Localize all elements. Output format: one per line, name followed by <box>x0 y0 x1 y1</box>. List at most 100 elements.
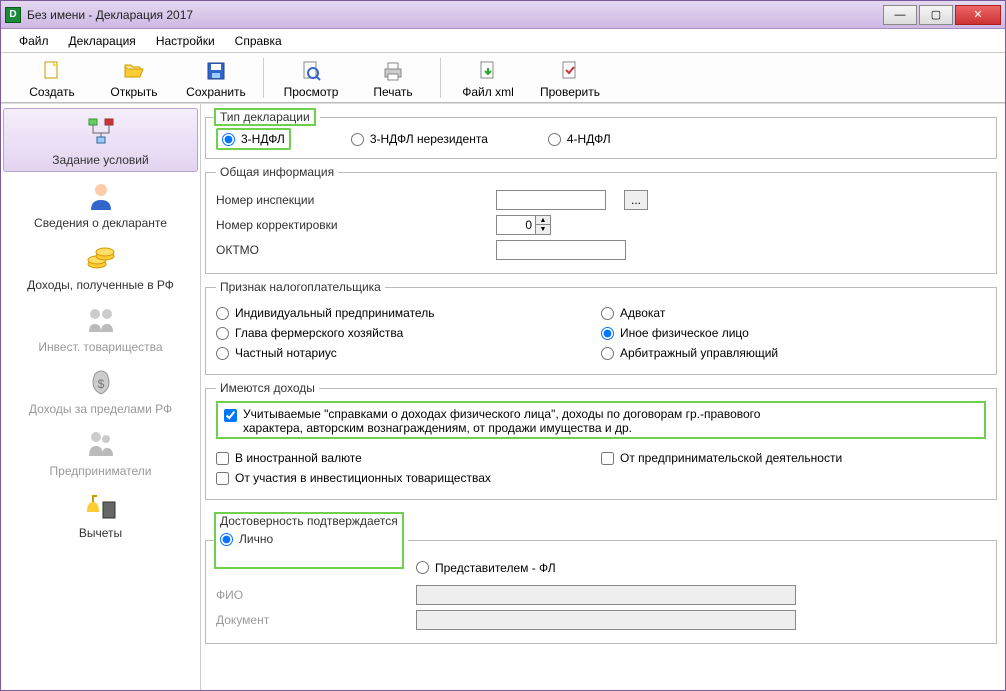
check-business-input[interactable] <box>601 452 614 465</box>
input-fio <box>416 585 796 605</box>
label-inspection: Номер инспекции <box>216 193 386 207</box>
radio-notary-input[interactable] <box>216 347 229 360</box>
sidebar-item-declarant[interactable]: Сведения о декларанте <box>3 172 198 234</box>
radio-label: Лично <box>239 532 273 546</box>
fieldset-decl-type: Тип декларации 3-НДФЛ 3-НДФЛ нерезидента… <box>205 108 997 159</box>
fieldset-trust: Достоверность подтверждается Лично Предс… <box>205 512 997 644</box>
preview-icon <box>299 59 323 83</box>
input-correction[interactable] <box>496 215 536 235</box>
radio-advocate[interactable]: Адвокат <box>601 306 986 320</box>
check-invest-income[interactable]: От участия в инвестиционных товарищества… <box>216 471 601 485</box>
tool-label: Сохранить <box>186 85 246 99</box>
tool-print[interactable]: Печать <box>352 57 434 99</box>
radio-farmer-input[interactable] <box>216 327 229 340</box>
tool-save[interactable]: Сохранить <box>175 57 257 99</box>
people-icon <box>83 426 119 462</box>
separator <box>440 58 441 98</box>
legend-taxpayer: Признак налогоплательщика <box>216 280 385 294</box>
sidebar-item-income-abroad[interactable]: $ Доходы за пределами РФ <box>3 358 198 420</box>
tool-open[interactable]: Открыть <box>93 57 175 99</box>
tool-check[interactable]: Проверить <box>529 57 611 99</box>
sidebar-item-invest[interactable]: Инвест. товарищества <box>3 296 198 358</box>
money-bag-icon: $ <box>83 364 119 400</box>
sidebar-item-income-rf[interactable]: Доходы, полученные в РФ <box>3 234 198 296</box>
tool-label: Открыть <box>110 85 157 99</box>
check-label: В иностранной валюте <box>235 451 362 465</box>
sidebar-item-conditions[interactable]: Задание условий <box>3 108 198 172</box>
fieldset-taxpayer: Признак налогоплательщика Индивидуальный… <box>205 280 997 375</box>
radio-self-input[interactable] <box>220 533 233 546</box>
radio-other-person-input[interactable] <box>601 327 614 340</box>
radio-notary[interactable]: Частный нотариус <box>216 346 601 360</box>
legend-general: Общая информация <box>216 165 338 179</box>
radio-ip[interactable]: Индивидуальный предприниматель <box>216 306 601 320</box>
menu-declaration[interactable]: Декларация <box>61 31 144 51</box>
check-label: Учитываемые "справками о доходах физичес… <box>243 407 783 435</box>
label-oktmo: ОКТМО <box>216 243 386 257</box>
input-inspection[interactable] <box>496 190 606 210</box>
check-foreign[interactable]: В иностранной валюте <box>216 451 601 465</box>
sidebar-item-entrepreneurs[interactable]: Предприниматели <box>3 420 198 482</box>
menu-file[interactable]: Файл <box>11 31 57 51</box>
check-spravki[interactable]: Учитываемые "справками о доходах физичес… <box>224 407 978 435</box>
separator <box>263 58 264 98</box>
radio-repr[interactable]: Представителем - ФЛ <box>416 561 556 575</box>
spin-down[interactable]: ▼ <box>536 225 550 234</box>
maximize-button[interactable]: ▢ <box>919 5 953 25</box>
input-oktmo[interactable] <box>496 240 626 260</box>
save-icon <box>204 59 228 83</box>
menu-settings[interactable]: Настройки <box>148 31 223 51</box>
check-foreign-input[interactable] <box>216 452 229 465</box>
radio-arbitr-input[interactable] <box>601 347 614 360</box>
radio-3ndfl-nonres-input[interactable] <box>351 133 364 146</box>
radio-4ndfl[interactable]: 4-НДФЛ <box>548 132 611 146</box>
radio-label: Представителем - ФЛ <box>435 561 556 575</box>
radio-advocate-input[interactable] <box>601 307 614 320</box>
radio-other-person[interactable]: Иное физическое лицо <box>601 326 986 340</box>
close-button[interactable]: ✕ <box>955 5 1001 25</box>
radio-3ndfl-input[interactable] <box>222 133 235 146</box>
menu-help[interactable]: Справка <box>227 31 290 51</box>
check-label: От предпринимательской деятельности <box>620 451 842 465</box>
inspection-lookup-button[interactable]: ... <box>624 190 648 210</box>
radio-4ndfl-input[interactable] <box>548 133 561 146</box>
radio-label: Глава фермерского хозяйства <box>235 326 403 340</box>
tool-preview[interactable]: Просмотр <box>270 57 352 99</box>
sidebar-label: Сведения о декларанте <box>34 216 167 230</box>
radio-label: 3-НДФЛ <box>241 132 285 146</box>
titlebar: D Без имени - Декларация 2017 — ▢ ✕ <box>1 1 1005 29</box>
radio-3ndfl-nonres[interactable]: 3-НДФЛ нерезидента <box>351 132 488 146</box>
app-window: D Без имени - Декларация 2017 — ▢ ✕ Файл… <box>0 0 1006 691</box>
folder-open-icon <box>122 59 146 83</box>
input-doc <box>416 610 796 630</box>
minimize-button[interactable]: — <box>883 5 917 25</box>
deductions-icon <box>83 488 119 524</box>
check-business[interactable]: От предпринимательской деятельности <box>601 451 986 465</box>
sidebar-item-deductions[interactable]: Вычеты <box>3 482 198 544</box>
radio-ip-input[interactable] <box>216 307 229 320</box>
sidebar-label: Предприниматели <box>50 464 152 478</box>
radio-3ndfl[interactable]: 3-НДФЛ <box>216 128 291 150</box>
sidebar-label: Доходы, полученные в РФ <box>27 278 174 292</box>
spinner-correction[interactable]: ▲▼ <box>496 215 551 235</box>
radio-repr-input[interactable] <box>416 561 429 574</box>
tool-create[interactable]: Создать <box>11 57 93 99</box>
radio-farmer[interactable]: Глава фермерского хозяйства <box>216 326 601 340</box>
svg-text:$: $ <box>97 377 104 391</box>
radio-label: Частный нотариус <box>235 346 337 360</box>
export-xml-icon <box>476 59 500 83</box>
highlight-income-spravki: Учитываемые "справками о доходах физичес… <box>216 401 986 439</box>
check-icon <box>558 59 582 83</box>
tool-label: Просмотр <box>284 85 339 99</box>
spin-up[interactable]: ▲ <box>536 216 550 225</box>
check-spravki-input[interactable] <box>224 409 237 422</box>
main-panel: Тип декларации 3-НДФЛ 3-НДФЛ нерезидента… <box>201 104 1005 690</box>
window-title: Без имени - Декларация 2017 <box>27 8 193 22</box>
radio-self[interactable]: Лично <box>220 532 273 546</box>
sidebar-label: Вычеты <box>79 526 122 540</box>
tool-xml[interactable]: Файл xml <box>447 57 529 99</box>
sidebar-label: Задание условий <box>52 153 148 167</box>
label-correction: Номер корректировки <box>216 218 386 232</box>
radio-arbitr[interactable]: Арбитражный управляющий <box>601 346 986 360</box>
check-invest-income-input[interactable] <box>216 472 229 485</box>
